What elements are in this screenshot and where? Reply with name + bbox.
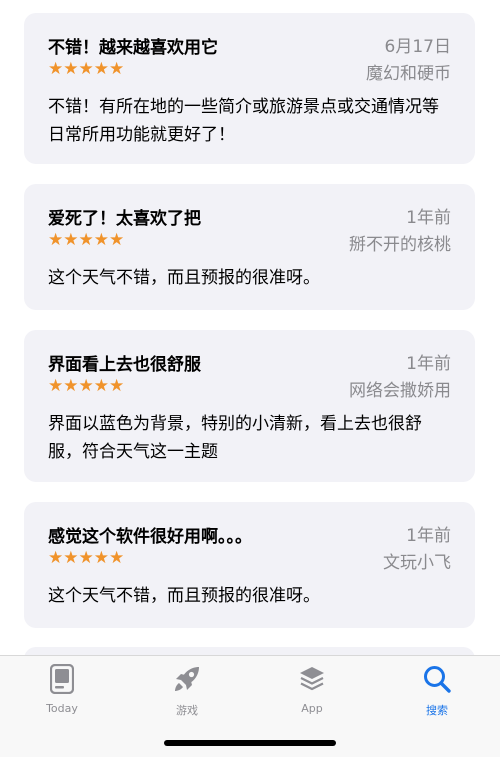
- review-date: 6月17日: [384, 37, 451, 57]
- review-body: 界面以蓝色为背景，特别的小清新，看上去也很舒服，符合天气这一主题: [48, 414, 422, 462]
- review-author: 魔幻和硬币: [366, 64, 451, 84]
- review-card[interactable]: 感觉这个软件很好用啊。。。 1年前 ★★★★★ 文玩小飞 这个天气不错，而且预报…: [24, 502, 475, 628]
- review-date: 1年前: [406, 526, 451, 546]
- today-icon: [50, 664, 74, 694]
- star-rating: ★★★★★: [48, 59, 125, 79]
- tab-today[interactable]: Today: [22, 662, 102, 715]
- app-stack-icon: [300, 667, 324, 691]
- tab-label: 游戏: [176, 704, 198, 717]
- review-title: 不错！越来越喜欢用它: [48, 38, 218, 58]
- rocket-icon: [175, 667, 199, 691]
- tab-label: 搜索: [426, 704, 448, 717]
- review-author: 掰不开的核桃: [349, 235, 451, 255]
- review-title: 感觉这个软件很好用啊。。。: [48, 527, 252, 547]
- review-author: 网络会撒娇用: [349, 381, 451, 401]
- review-body: 不错！有所在地的一些简介或旅游景点或交通情况等日常所用功能就更好了！: [48, 97, 439, 145]
- review-card[interactable]: 爱死了！太喜欢了把 1年前 ★★★★★ 掰不开的核桃 这个天气不错，而且预报的很…: [24, 184, 475, 310]
- review-author: 文玩小飞: [383, 553, 451, 573]
- review-date: 1年前: [406, 354, 451, 374]
- star-rating: ★★★★★: [48, 548, 125, 568]
- review-body: 这个天气不错，而且预报的很准呀。: [48, 586, 320, 606]
- review-body: 这个天气不错，而且预报的很准呀。: [48, 268, 320, 288]
- search-icon: [424, 666, 451, 693]
- home-indicator[interactable]: [164, 740, 336, 746]
- review-card[interactable]: 不错！越来越喜欢用它 6月17日 ★★★★★ 魔幻和硬币 不错！有所在地的一些简…: [24, 13, 475, 164]
- review-card[interactable]: 界面看上去也很舒服 1年前 ★★★★★ 网络会撒娇用 界面以蓝色为背景，特别的小…: [24, 330, 475, 482]
- tab-label: Today: [46, 702, 78, 715]
- tab-label: App: [301, 702, 323, 715]
- review-title: 界面看上去也很舒服: [48, 355, 201, 375]
- review-date: 1年前: [406, 208, 451, 228]
- tab-games[interactable]: 游戏: [147, 662, 227, 718]
- star-rating: ★★★★★: [48, 230, 125, 250]
- star-rating: ★★★★★: [48, 376, 125, 396]
- tab-search[interactable]: 搜索: [397, 662, 477, 718]
- tab-apps[interactable]: App: [272, 662, 352, 715]
- review-title: 爱死了！太喜欢了把: [48, 209, 201, 229]
